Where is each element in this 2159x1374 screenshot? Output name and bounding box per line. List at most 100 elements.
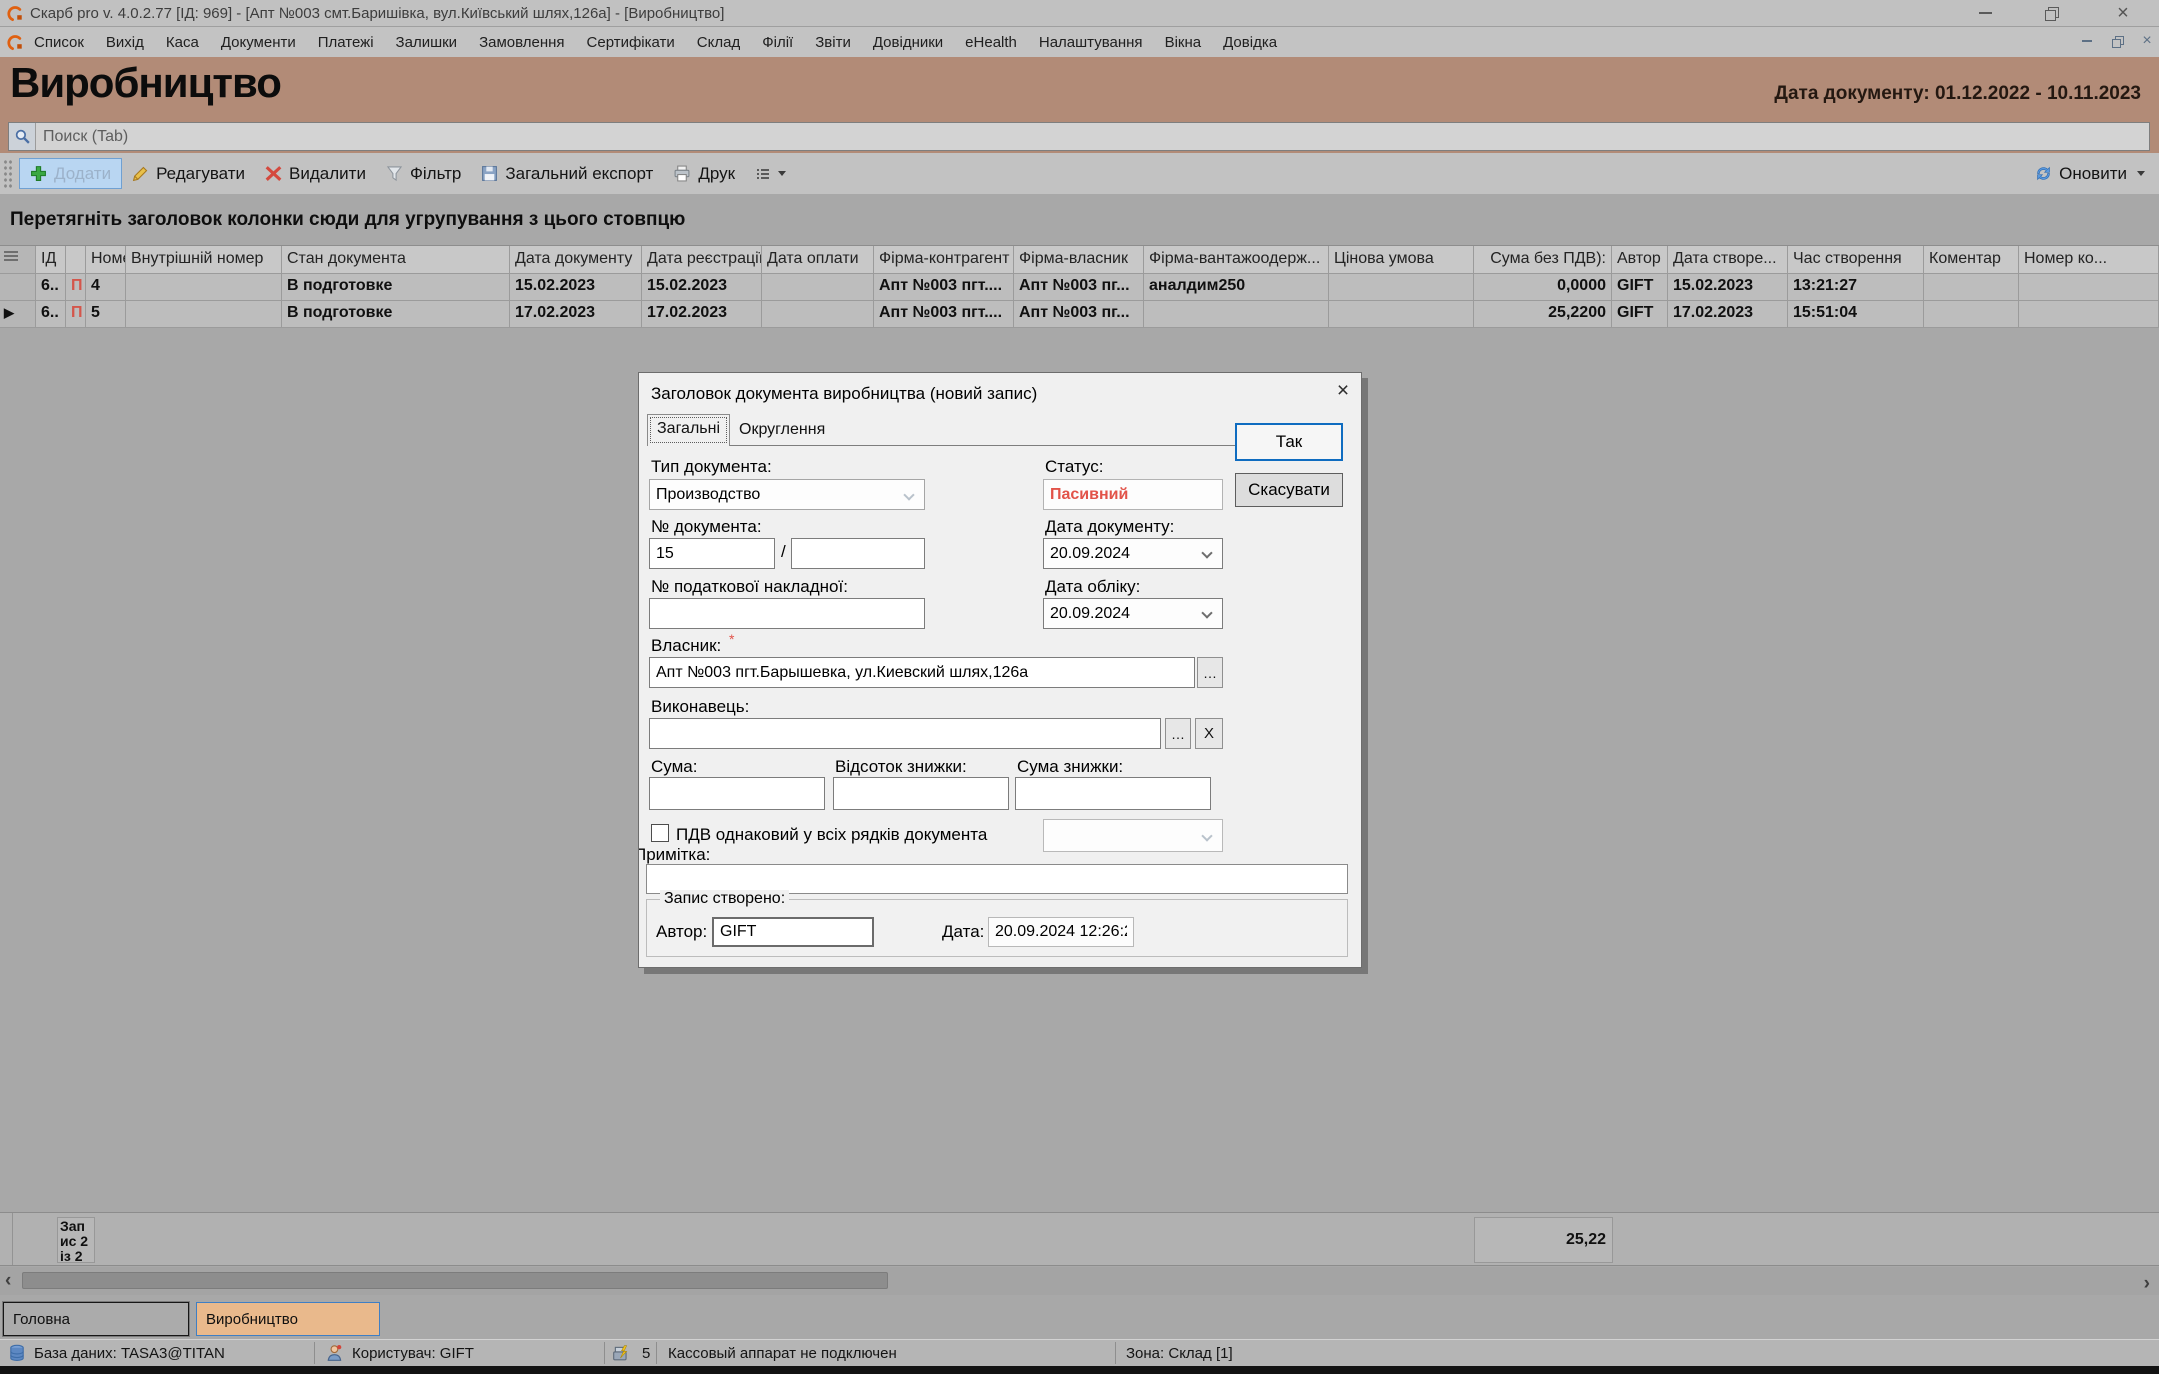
- group-by-panel[interactable]: Перетягніть заголовок колонки сюди для у…: [0, 200, 2159, 242]
- doc-number-separator: /: [781, 542, 786, 562]
- vat-checkbox[interactable]: [651, 824, 669, 842]
- menu-item-Філії[interactable]: Філії: [751, 34, 804, 51]
- close-button[interactable]: ×: [2100, 0, 2146, 26]
- executor-label: Виконавець:: [651, 697, 749, 717]
- toolbar-grip[interactable]: [3, 159, 14, 189]
- executor-lookup-button[interactable]: …: [1165, 718, 1191, 749]
- record-count: Запис 2 із 2: [57, 1217, 95, 1263]
- account-date-value: 20.09.2024: [1050, 605, 1130, 623]
- column-header[interactable]: Цінова умова: [1329, 246, 1474, 274]
- menu-item-Замовлення[interactable]: Замовлення: [468, 34, 575, 51]
- cancel-button[interactable]: Скасувати: [1235, 473, 1343, 507]
- plus-icon: [30, 165, 47, 182]
- dialog-close-button[interactable]: ×: [1331, 379, 1355, 403]
- column-header[interactable]: Номер: [86, 246, 126, 274]
- application-window: Скарб pro v. 4.0.2.77 [ІД: 969] - [Апт №…: [0, 0, 2159, 1374]
- add-button[interactable]: Додати: [19, 158, 122, 189]
- doc-number2-input[interactable]: [791, 538, 925, 569]
- tab-main[interactable]: Головна: [3, 1302, 189, 1336]
- column-header[interactable]: ІД: [36, 246, 66, 274]
- tab-rounding[interactable]: Округлення: [730, 416, 834, 445]
- refresh-icon: [2034, 164, 2053, 183]
- doc-number-input[interactable]: [649, 538, 775, 569]
- table-cell: аналдим250: [1144, 274, 1329, 301]
- mdi-close-icon: ×: [2142, 32, 2151, 50]
- menu-item-Звіти[interactable]: Звіти: [804, 34, 862, 51]
- tax-number-input[interactable]: [649, 598, 925, 629]
- column-header[interactable]: Фірма-власник: [1014, 246, 1144, 274]
- column-chooser-button[interactable]: [745, 158, 796, 189]
- edit-button[interactable]: Редагувати: [122, 158, 255, 189]
- table-cell: [1924, 274, 2019, 301]
- account-date-picker[interactable]: 20.09.2024: [1043, 598, 1223, 629]
- title-bar: Скарб pro v. 4.0.2.77 [ІД: 969] - [Апт №…: [0, 0, 2159, 26]
- column-header[interactable]: Дата оплати: [762, 246, 874, 274]
- column-header[interactable]: Внутрішній номер: [126, 246, 282, 274]
- column-header[interactable]: Номер ко...: [2019, 246, 2159, 274]
- menu-item-Склад[interactable]: Склад: [686, 34, 751, 51]
- menu-item-Довідники[interactable]: Довідники: [862, 34, 954, 51]
- column-header[interactable]: Дата створе...: [1668, 246, 1788, 274]
- mdi-restore-button[interactable]: [2104, 29, 2130, 53]
- executor-input[interactable]: [649, 718, 1161, 749]
- tab-general[interactable]: Загальні: [647, 414, 730, 446]
- executor-clear-button[interactable]: X: [1195, 718, 1223, 749]
- menu-item-Сертифікати[interactable]: Сертифікати: [576, 34, 686, 51]
- search-box[interactable]: [8, 122, 2150, 151]
- table-row[interactable]: ▶6..П5В подготовке17.02.202317.02.2023Ап…: [0, 301, 2159, 328]
- tab-production[interactable]: Виробництво: [196, 1302, 380, 1336]
- search-input[interactable]: [36, 123, 2149, 150]
- column-header[interactable]: [66, 246, 86, 274]
- column-header[interactable]: Коментар: [1924, 246, 2019, 274]
- menu-item-Довідка[interactable]: Довідка: [1212, 34, 1288, 51]
- discount-sum-input[interactable]: [1015, 777, 1211, 810]
- mdi-close-button[interactable]: ×: [2134, 29, 2159, 53]
- author-input[interactable]: [712, 917, 874, 947]
- ellipsis-icon: …: [1171, 726, 1185, 742]
- minimize-button[interactable]: [1962, 0, 2008, 26]
- filter-button[interactable]: Фільтр: [376, 158, 471, 189]
- print-button[interactable]: Друк: [663, 158, 745, 189]
- column-header[interactable]: Фірма-вантажоодерж...: [1144, 246, 1329, 274]
- column-header[interactable]: Час створення: [1788, 246, 1924, 274]
- menu-item-eHealth[interactable]: eHealth: [954, 34, 1028, 51]
- mdi-minimize-icon: [2082, 40, 2092, 42]
- status-bar: База даних: TASA3@TITAN Користувач: GIFT…: [0, 1339, 2159, 1366]
- horizontal-scrollbar[interactable]: ‹ ›: [0, 1267, 2159, 1295]
- table-row[interactable]: 6..П4В подготовке15.02.202315.02.2023Апт…: [0, 274, 2159, 301]
- menu-item-Залишки[interactable]: Залишки: [385, 34, 469, 51]
- menu-item-Вікна[interactable]: Вікна: [1154, 34, 1213, 51]
- sum-input[interactable]: [649, 777, 825, 810]
- column-header[interactable]: Дата документу: [510, 246, 642, 274]
- menu-item-Налаштування[interactable]: Налаштування: [1028, 34, 1154, 51]
- doc-date-picker[interactable]: 20.09.2024: [1043, 538, 1223, 569]
- clear-x-icon: X: [1204, 725, 1214, 742]
- menu-item-Каса[interactable]: Каса: [155, 34, 210, 51]
- discount-pct-input[interactable]: [833, 777, 1009, 810]
- menu-item-Платежі[interactable]: Платежі: [307, 34, 385, 51]
- table-cell: 4: [86, 274, 126, 301]
- menu-item-Список[interactable]: Список: [23, 34, 95, 51]
- ok-button[interactable]: Так: [1235, 423, 1343, 461]
- column-header[interactable]: Стан документа: [282, 246, 510, 274]
- column-header[interactable]: Сума без ПДВ):: [1474, 246, 1612, 274]
- export-button[interactable]: Загальний експорт: [471, 158, 663, 189]
- restore-button[interactable]: [2028, 0, 2074, 26]
- scrollbar-thumb[interactable]: [22, 1272, 888, 1289]
- refresh-button[interactable]: Оновити: [2034, 158, 2145, 189]
- column-header[interactable]: Фірма-контрагент: [874, 246, 1014, 274]
- discount-sum-label: Сума знижки:: [1017, 757, 1123, 777]
- column-header[interactable]: Автор: [1612, 246, 1668, 274]
- owner-lookup-button[interactable]: …: [1197, 657, 1223, 688]
- delete-button[interactable]: Видалити: [255, 158, 376, 189]
- mdi-minimize-button[interactable]: [2074, 29, 2100, 53]
- table-cell: 15.02.2023: [642, 274, 762, 301]
- scroll-right-arrow[interactable]: ›: [2144, 1273, 2150, 1295]
- column-header[interactable]: Дата реєстрації: [642, 246, 762, 274]
- owner-input[interactable]: [649, 657, 1195, 688]
- scroll-left-arrow[interactable]: ‹: [5, 1270, 11, 1292]
- menu-item-Вихід[interactable]: Вихід: [95, 34, 155, 51]
- menu-item-Документи[interactable]: Документи: [210, 34, 307, 51]
- status-separator: [656, 1342, 657, 1364]
- document-type-combobox[interactable]: Производство: [649, 479, 925, 510]
